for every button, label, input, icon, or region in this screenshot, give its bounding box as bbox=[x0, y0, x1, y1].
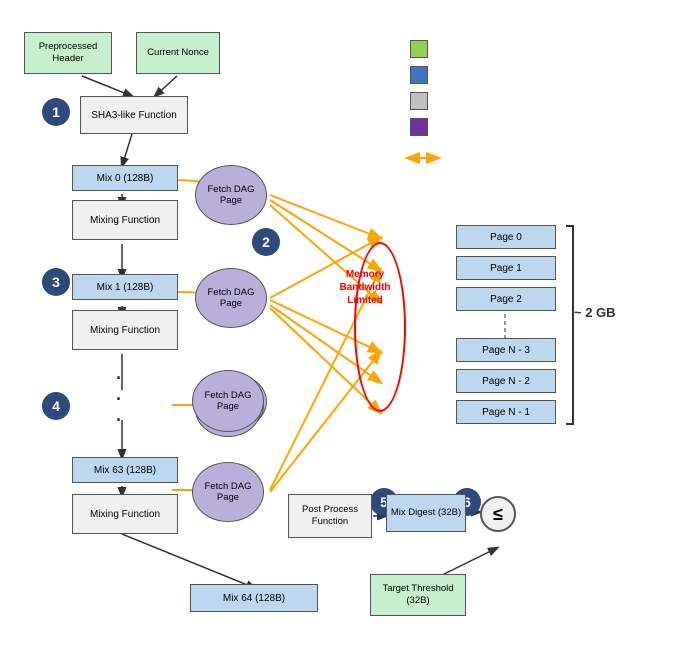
fetch-dag-3-circle: Fetch DAG Page bbox=[192, 370, 264, 432]
post-process-box: Post Process Function bbox=[288, 494, 372, 538]
fetch-dag-4-circle: Fetch DAG Page bbox=[192, 462, 264, 522]
step-4-circle: 4 bbox=[42, 392, 70, 420]
mix-digest-box: Mix Digest (32B) bbox=[386, 494, 466, 532]
diagram: Preprocessed Header Current Nonce 1 SHA3… bbox=[0, 0, 690, 648]
step-3-circle: 3 bbox=[42, 268, 70, 296]
preprocessed-header-box: Preprocessed Header bbox=[24, 32, 112, 74]
legend-green bbox=[410, 40, 428, 58]
fetch-dag-2-circle: Fetch DAG Page bbox=[195, 268, 267, 328]
legend-blue bbox=[410, 66, 428, 84]
memory-label: Memory Bandwidth Limited bbox=[330, 268, 400, 307]
le-symbol: ≤ bbox=[480, 496, 516, 532]
mix63-box: Mix 63 (128B) bbox=[72, 457, 178, 483]
mixing-function-3-box: Mixing Function bbox=[72, 494, 178, 534]
step-2-circle: 2 bbox=[252, 228, 280, 256]
page2-box: Page 2 bbox=[456, 287, 556, 311]
pageN2-box: Page N - 2 bbox=[456, 369, 556, 393]
sha3-box: SHA3-like Function bbox=[80, 96, 188, 134]
dots-indicator: ··· bbox=[116, 368, 122, 431]
target-threshold-box: Target Threshold (32B) bbox=[370, 574, 466, 616]
mix0-box: Mix 0 (128B) bbox=[72, 165, 178, 191]
size-label: ~ 2 GB bbox=[574, 305, 616, 320]
page1-box: Page 1 bbox=[456, 256, 556, 280]
fetch-dag-1-circle: Fetch DAG Page bbox=[195, 165, 267, 225]
legend-gray bbox=[410, 92, 428, 110]
pageN1-box: Page N - 1 bbox=[456, 400, 556, 424]
step-1-circle: 1 bbox=[42, 98, 70, 126]
pageN3-box: Page N - 3 bbox=[456, 338, 556, 362]
size-bracket bbox=[566, 225, 574, 425]
mixing-function-2-box: Mixing Function bbox=[72, 310, 178, 350]
legend-purple bbox=[410, 118, 428, 136]
mix1-box: Mix 1 (128B) bbox=[72, 274, 178, 300]
mixing-function-1-box: Mixing Function bbox=[72, 200, 178, 240]
page0-box: Page 0 bbox=[456, 225, 556, 249]
mix64-box: Mix 64 (128B) bbox=[190, 584, 318, 612]
current-nonce-box: Current Nonce bbox=[136, 32, 220, 74]
